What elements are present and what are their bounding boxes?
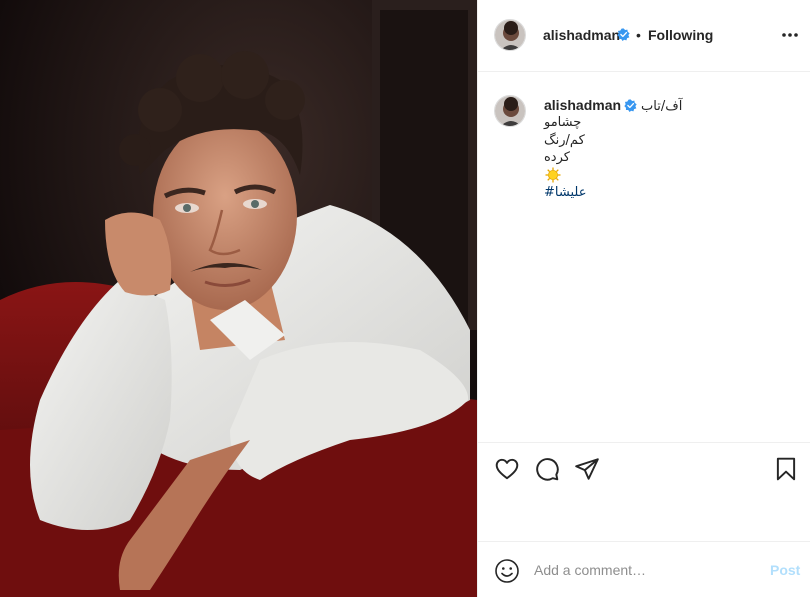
sun-emoji-icon: [545, 167, 561, 183]
separator-dot: •: [636, 27, 641, 43]
share-button[interactable]: [574, 456, 600, 482]
avatar-icon: [495, 20, 525, 50]
hashtag-link[interactable]: #علیشا: [544, 185, 586, 200]
caption-username[interactable]: alishadman: [544, 97, 621, 113]
caption-text: چشامو کم/رنگ کرده: [544, 114, 585, 167]
author-username[interactable]: alishadman: [543, 27, 620, 43]
avatar-icon: [495, 96, 525, 126]
save-button[interactable]: [773, 456, 799, 482]
post-comment-button[interactable]: Post: [770, 562, 800, 578]
comment-input[interactable]: [534, 559, 754, 581]
author-avatar[interactable]: [494, 19, 526, 51]
comment-button[interactable]: [534, 456, 560, 482]
like-button[interactable]: [494, 456, 520, 482]
comment-icon: [536, 458, 559, 481]
smiley-icon[interactable]: [494, 558, 520, 584]
caption-line-4: کرده: [544, 150, 570, 165]
more-options-icon[interactable]: [780, 27, 800, 43]
bookmark-icon: [776, 457, 796, 481]
caption-line-3: کم/رنگ: [544, 132, 585, 148]
caption-line-2: چشامو: [544, 115, 582, 130]
caption-line-1: آف/تاب: [641, 99, 683, 114]
action-bar: [478, 442, 810, 497]
post-photo[interactable]: [0, 0, 477, 597]
add-comment-bar: Post: [478, 541, 810, 597]
heart-icon: [495, 458, 519, 480]
post-photo-art: [0, 0, 477, 597]
verified-badge-icon: [617, 28, 630, 41]
paper-plane-icon: [575, 458, 599, 480]
caption-section: alishadman آف/تاب چشامو کم/رنگ کرده #علی…: [478, 72, 810, 442]
post-sidebar: alishadman • Following alishadman آف/تاب…: [477, 0, 810, 597]
caption-author-avatar[interactable]: [494, 95, 526, 127]
caption-header: alishadman آف/تاب: [544, 97, 682, 114]
verified-badge-icon: [624, 99, 637, 112]
post-header: alishadman • Following: [478, 0, 810, 72]
following-button[interactable]: Following: [648, 27, 713, 43]
